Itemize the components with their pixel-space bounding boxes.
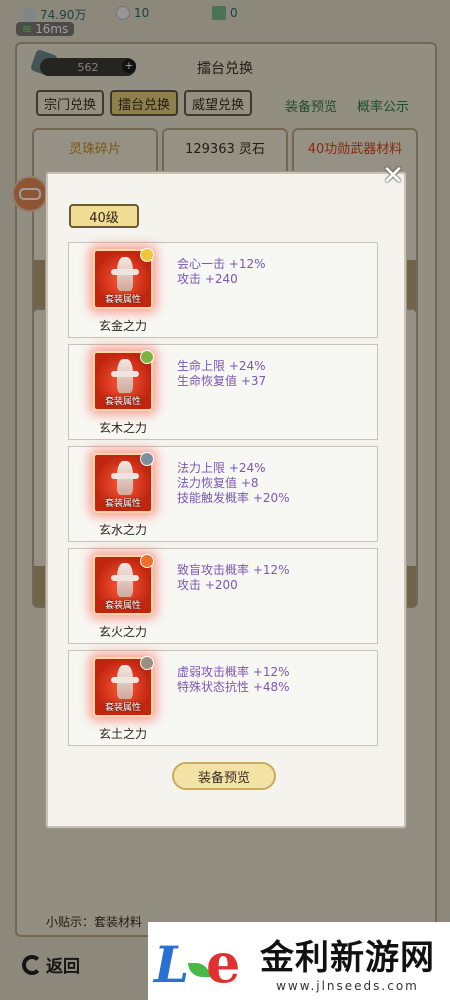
set-attribute: 致盲攻击概率 +12%	[177, 563, 290, 577]
set-row-earth: 套装属性 玄土之力 虚弱攻击概率 +12% 特殊状态抗性 +48%	[68, 650, 378, 746]
set-tag: 套装属性	[104, 703, 141, 713]
set-attributes: 致盲攻击概率 +12% 攻击 +200	[177, 563, 290, 593]
equipment-figure-icon	[111, 257, 139, 291]
set-attributes: 生命上限 +24% 生命恢复值 +37	[177, 359, 266, 389]
set-attributes: 会心一击 +12% 攻击 +240	[177, 257, 266, 287]
set-icon[interactable]: 套装属性	[93, 350, 154, 411]
watermark-url: www.jlnseeds.com	[276, 978, 419, 993]
set-attribute: 生命上限 +24%	[177, 359, 266, 373]
set-attribute: 法力上限 +24%	[177, 461, 266, 475]
set-attribute: 攻击 +200	[177, 578, 238, 592]
set-attribute: 会心一击 +12%	[177, 257, 266, 271]
set-name: 玄金之力	[98, 319, 147, 333]
set-name: 玄土之力	[98, 727, 147, 741]
equipment-figure-icon	[111, 665, 139, 699]
equip-preview-button[interactable]: 装备预览	[172, 762, 276, 790]
equipment-figure-icon	[111, 359, 139, 393]
set-name: 玄火之力	[98, 625, 147, 639]
water-gem-icon	[140, 452, 154, 466]
set-tag: 套装属性	[104, 601, 141, 611]
set-icon[interactable]: 套装属性	[93, 656, 154, 717]
set-attributes: 虚弱攻击概率 +12% 特殊状态抗性 +48%	[177, 665, 290, 695]
set-icon[interactable]: 套装属性	[93, 248, 154, 309]
set-attribute: 虚弱攻击概率 +12%	[177, 665, 290, 679]
set-tag: 套装属性	[104, 397, 141, 407]
fire-gem-icon	[140, 554, 154, 568]
gem-icon	[140, 248, 154, 262]
set-tag: 套装属性	[104, 499, 141, 509]
set-attribute: 技能触发概率 +20%	[177, 491, 290, 505]
close-icon[interactable]: ✕	[380, 163, 406, 190]
equipment-figure-icon	[111, 563, 139, 597]
set-icon[interactable]: 套装属性	[93, 554, 154, 615]
set-name: 玄水之力	[98, 523, 147, 537]
set-attribute: 法力恢复值 +8	[177, 476, 259, 490]
set-row-metal: 套装属性 玄金之力 会心一击 +12% 攻击 +240	[68, 242, 378, 338]
watermark-title: 金利新游网	[260, 937, 435, 978]
set-tag: 套装属性	[104, 295, 141, 305]
set-row-wood: 套装属性 玄木之力 生命上限 +24% 生命恢复值 +37	[68, 344, 378, 440]
set-row-fire: 套装属性 玄火之力 致盲攻击概率 +12% 攻击 +200	[68, 548, 378, 644]
set-attribute: 生命恢复值 +37	[177, 374, 267, 388]
set-row-water: 套装属性 玄水之力 法力上限 +24% 法力恢复值 +8 技能触发概率 +20%	[68, 446, 378, 542]
leaf-gem-icon	[140, 350, 154, 364]
watermark-text: 金利新游网 www.jlnseeds.com	[260, 930, 435, 993]
set-attributes: 法力上限 +24% 法力恢复值 +8 技能触发概率 +20%	[177, 461, 290, 506]
earth-gem-icon	[140, 656, 154, 670]
set-name: 玄木之力	[98, 421, 147, 435]
equipment-figure-icon	[111, 461, 139, 495]
set-attribute: 特殊状态抗性 +48%	[177, 680, 290, 694]
watermark-logo: L e	[154, 931, 241, 995]
set-attribute: 攻击 +240	[177, 272, 238, 286]
set-icon[interactable]: 套装属性	[93, 452, 154, 513]
level-badge: 40级	[69, 204, 139, 228]
watermark: L e 金利新游网 www.jlnseeds.com	[148, 922, 450, 1000]
